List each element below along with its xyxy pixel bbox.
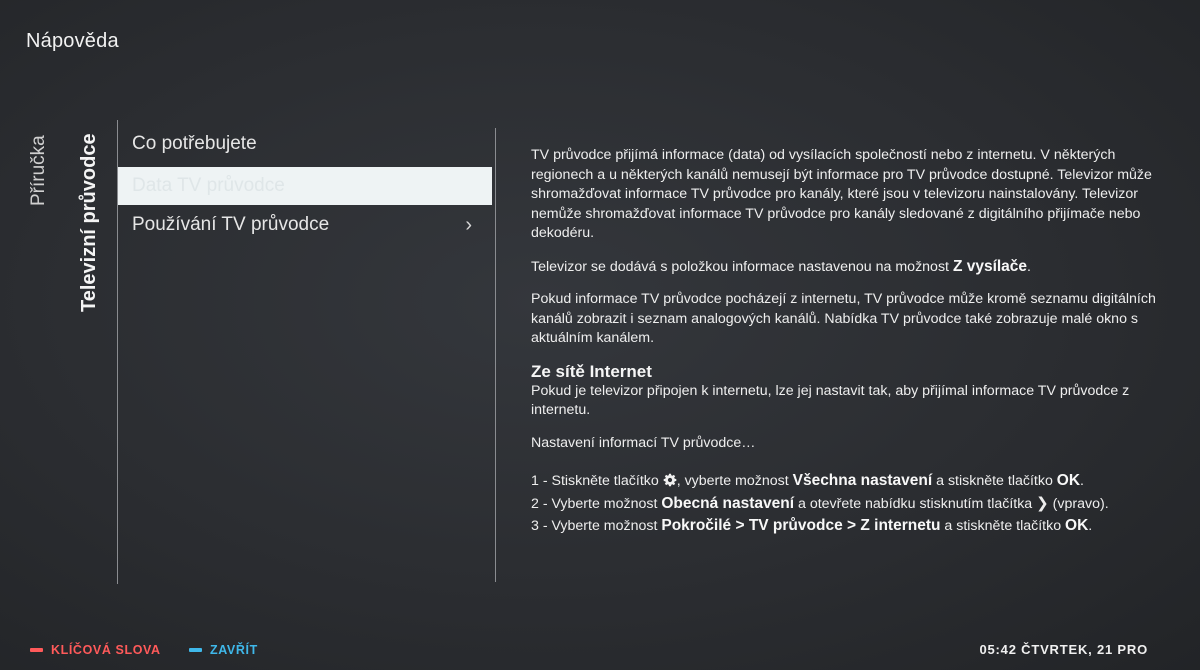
help-screen: Nápověda Příručka Televizní průvodce Co … [0,0,1200,670]
help-content: TV průvodce přijímá informace (data) od … [531,146,1171,538]
chevron-right-icon: › [465,214,472,236]
menu-item-label: Data TV průvodce [132,175,285,196]
step-item: 2 - Vyberte možnost Obecná nastavení a o… [531,493,1171,516]
paragraph: Televizor se dodává s položkou informace… [531,257,1031,275]
clock: 05:42 ČTVRTEK, 21 PRO [979,642,1148,657]
step-item: 1 - Stiskněte tlačítko , vyberte možnost… [531,472,1084,489]
paragraph: TV průvodce přijímá informace (data) od … [531,147,1152,241]
close-button[interactable]: ZAVŘÍT [189,643,258,657]
paragraph: Pokud informace TV průvodce pocházejí z … [531,291,1156,346]
close-label: ZAVŘÍT [210,643,258,657]
keywords-label: KLÍČOVÁ SLOVA [51,643,161,657]
menu-item-label: Co potřebujete [132,133,257,154]
menu-item-using-tv-guide[interactable]: Používání TV průvodce › [118,206,492,244]
steps-list: 1 - Stiskněte tlačítko , vyberte možnost… [531,470,1171,538]
page-title: Nápověda [26,30,119,52]
red-key-icon [30,648,43,652]
menu-item-what-you-need[interactable]: Co potřebujete [118,125,492,163]
paragraph: Pokud je televizor připojen k internetu,… [531,382,1130,419]
tab-tv-guide[interactable]: Televizní průvodce [78,133,101,312]
menu-item-tv-guide-data[interactable]: Data TV průvodce [118,167,492,205]
keywords-button[interactable]: KLÍČOVÁ SLOVA [30,643,161,657]
blue-key-icon [189,648,202,652]
tab-manual[interactable]: Příručka [28,135,50,206]
paragraph: Nastavení informací TV průvodce… [531,434,756,451]
divider-middle [495,128,496,582]
step-item: 3 - Vyberte možnost Pokročilé > TV průvo… [531,517,1093,534]
chevron-right-icon: ❯ [1036,494,1049,512]
section-heading: Ze sítě Internet [531,361,652,381]
menu-item-label: Používání TV průvodce [132,214,330,235]
gear-icon [663,473,676,487]
